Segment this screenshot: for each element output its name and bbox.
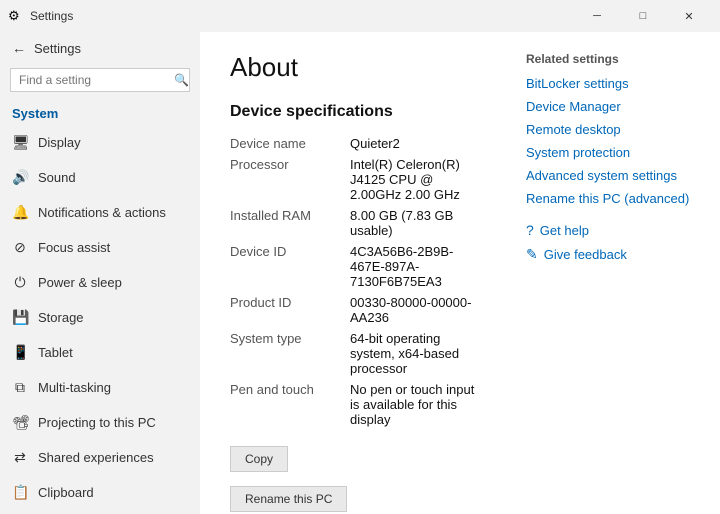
spec-value: 64-bit operating system, x64-based proce… [350, 328, 480, 379]
related-link[interactable]: Remote desktop [526, 122, 704, 137]
sidebar-item-label: Focus assist [38, 240, 110, 255]
sidebar-item-label: Projecting to this PC [38, 415, 156, 430]
sidebar-item-label: Clipboard [38, 485, 94, 500]
sidebar-item-notifications[interactable]: 🔔 Notifications & actions [0, 195, 200, 230]
spec-value: No pen or touch input is available for t… [350, 379, 480, 430]
display-icon: 🖥 [12, 134, 28, 151]
focus-icon: ⊘ [12, 239, 28, 256]
related-settings-title: Related settings [526, 52, 704, 66]
back-arrow-icon: ← [12, 40, 26, 56]
shared-icon: ⇄ [12, 449, 28, 466]
help-item[interactable]: ✎ Give feedback [526, 246, 704, 263]
table-row: ProcessorIntel(R) Celeron(R) J4125 CPU @… [230, 154, 480, 205]
related-link[interactable]: Advanced system settings [526, 168, 704, 183]
help-icon: ✎ [526, 246, 538, 263]
sidebar-back-label: Settings [34, 41, 81, 56]
help-label: Get help [540, 223, 589, 238]
window-controls: ─ □ ✕ [574, 0, 712, 32]
content-area: About Device specifications Device nameQ… [200, 32, 510, 514]
sidebar-item-label: Storage [38, 310, 84, 325]
sidebar-item-label: Power & sleep [38, 275, 122, 290]
power-icon: ⏻ [12, 274, 28, 291]
sidebar-item-label: Notifications & actions [38, 205, 166, 220]
projecting-icon: 📽 [12, 414, 28, 431]
device-specs-table: Device nameQuieter2ProcessorIntel(R) Cel… [230, 133, 480, 430]
sound-icon: 🔊 [12, 169, 28, 186]
spec-label: Pen and touch [230, 379, 350, 430]
table-row: Installed RAM8.00 GB (7.83 GB usable) [230, 205, 480, 241]
page-title: About [230, 52, 480, 83]
minimize-button[interactable]: ─ [574, 0, 620, 32]
spec-value: 8.00 GB (7.83 GB usable) [350, 205, 480, 241]
maximize-button[interactable]: □ [620, 0, 666, 32]
tablet-icon: 📱 [12, 344, 28, 361]
spec-label: Product ID [230, 292, 350, 328]
sidebar-item-storage[interactable]: 💾 Storage [0, 300, 200, 335]
sidebar-item-multitasking[interactable]: ⧉ Multi-tasking [0, 370, 200, 405]
spec-label: Installed RAM [230, 205, 350, 241]
sidebar-item-label: Sound [38, 170, 76, 185]
sidebar-item-sound[interactable]: 🔊 Sound [0, 160, 200, 195]
sidebar-item-remote[interactable]: 🖥 Remote Desktop [0, 510, 200, 514]
table-row: Device nameQuieter2 [230, 133, 480, 154]
spec-label: Device ID [230, 241, 350, 292]
multitasking-icon: ⧉ [12, 379, 28, 396]
sidebar-back-button[interactable]: ← Settings [0, 32, 200, 64]
sidebar-item-power[interactable]: ⏻ Power & sleep [0, 265, 200, 300]
sidebar-item-display[interactable]: 🖥 Display [0, 125, 200, 160]
related-link[interactable]: BitLocker settings [526, 76, 704, 91]
sidebar-item-shared[interactable]: ⇄ Shared experiences [0, 440, 200, 475]
sidebar-item-label: Multi-tasking [38, 380, 111, 395]
titlebar-title: Settings [30, 9, 574, 23]
app-container: ← Settings 🔍 System 🖥 Display 🔊 Sound 🔔 … [0, 32, 720, 514]
related-settings-panel: Related settings BitLocker settings Devic… [510, 32, 720, 514]
sidebar-item-focus[interactable]: ⊘ Focus assist [0, 230, 200, 265]
device-specs-title: Device specifications [230, 103, 480, 121]
spec-label: Processor [230, 154, 350, 205]
sidebar-item-projecting[interactable]: 📽 Projecting to this PC [0, 405, 200, 440]
storage-icon: 💾 [12, 309, 28, 326]
copy-device-button[interactable]: Copy [230, 446, 288, 472]
sidebar-item-label: Display [38, 135, 81, 150]
help-label: Give feedback [544, 247, 627, 262]
spec-label: System type [230, 328, 350, 379]
related-link[interactable]: Device Manager [526, 99, 704, 114]
search-input[interactable] [19, 73, 174, 87]
settings-icon: ⚙ [8, 8, 24, 24]
rename-pc-button[interactable]: Rename this PC [230, 486, 347, 512]
notifications-icon: 🔔 [12, 204, 28, 221]
close-button[interactable]: ✕ [666, 0, 712, 32]
clipboard-icon: 📋 [12, 484, 28, 501]
related-help: ? Get help✎ Give feedback [526, 222, 704, 263]
related-links: BitLocker settings Device Manager Remote d… [526, 76, 704, 206]
spec-value: 00330-80000-00000-AA236 [350, 292, 480, 328]
related-link[interactable]: Rename this PC (advanced) [526, 191, 704, 206]
spec-label: Device name [230, 133, 350, 154]
table-row: Device ID4C3A56B6-2B9B-467E-897A-7130F6B… [230, 241, 480, 292]
related-link[interactable]: System protection [526, 145, 704, 160]
table-row: Product ID00330-80000-00000-AA236 [230, 292, 480, 328]
search-icon: 🔍 [174, 73, 189, 87]
sidebar-item-tablet[interactable]: 📱 Tablet [0, 335, 200, 370]
titlebar: ⚙ Settings ─ □ ✕ [0, 0, 720, 32]
help-item[interactable]: ? Get help [526, 222, 704, 238]
search-box[interactable]: 🔍 [10, 68, 190, 92]
sidebar: ← Settings 🔍 System 🖥 Display 🔊 Sound 🔔 … [0, 32, 200, 514]
spec-value: Intel(R) Celeron(R) J4125 CPU @ 2.00GHz … [350, 154, 480, 205]
table-row: Pen and touchNo pen or touch input is av… [230, 379, 480, 430]
sidebar-section-label: System [0, 100, 200, 125]
sidebar-item-clipboard[interactable]: 📋 Clipboard [0, 475, 200, 510]
table-row: System type64-bit operating system, x64-… [230, 328, 480, 379]
sidebar-item-label: Shared experiences [38, 450, 154, 465]
spec-value: Quieter2 [350, 133, 480, 154]
spec-value: 4C3A56B6-2B9B-467E-897A-7130F6B75EA3 [350, 241, 480, 292]
sidebar-item-label: Tablet [38, 345, 73, 360]
help-icon: ? [526, 222, 534, 238]
